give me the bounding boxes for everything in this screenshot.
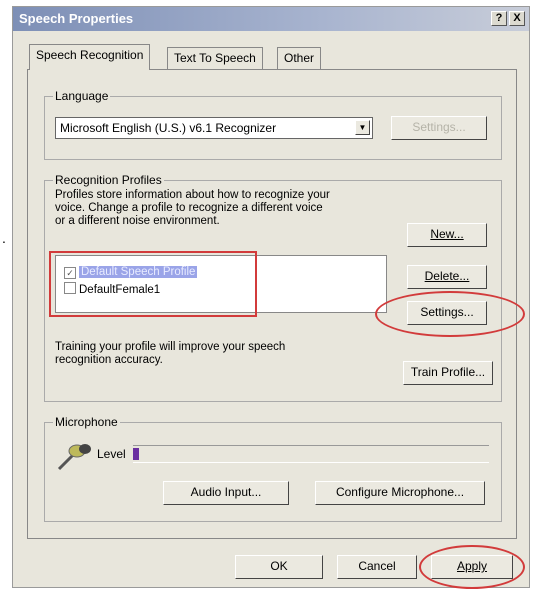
speech-properties-window: Speech Properties ? X Speech Recognition… [12,6,530,589]
annotation-highlight-box [49,251,257,317]
train-profile-label: Train Profile... [410,365,486,379]
tab-label: Other [284,51,315,65]
training-line: recognition accuracy. [55,354,163,366]
train-profile-button[interactable]: Train Profile... [403,361,493,385]
profiles-description-line: or a different noise environment. [55,215,220,227]
close-button[interactable]: X [509,11,525,26]
training-line: Training your profile will improve your … [55,341,286,353]
microphone-icon [55,441,95,476]
tab-label: Text To Speech [174,51,256,65]
profiles-description: Profiles store information about how to … [55,189,330,228]
delete-profile-button[interactable]: Delete... [407,265,487,289]
language-select[interactable]: Microsoft English (U.S.) v6.1 Recognizer… [55,117,373,139]
level-label: Level [97,447,126,461]
microphone-group-label: Microphone [53,415,120,429]
microphone-group: Microphone Level Audio Input... Configur… [44,415,502,522]
tab-text-to-speech[interactable]: Text To Speech [167,47,263,69]
profiles-description-line: voice. Change a profile to recognize a d… [55,202,323,214]
chevron-down-icon[interactable]: ▼ [355,120,370,135]
recognition-profiles-group: Recognition Profiles Profiles store info… [44,173,525,402]
language-settings-button[interactable]: Settings... [391,116,487,140]
level-meter-fill [133,448,139,460]
tab-label: Speech Recognition [36,48,144,62]
language-group-label: Language [53,89,111,103]
tab-other[interactable]: Other [277,47,322,69]
ok-button[interactable]: OK [235,555,323,579]
annotation-ellipse-apply [419,545,525,589]
margin-dot: . [2,230,6,246]
new-profile-label: New... [430,227,464,241]
annotation-ellipse-settings [375,291,525,337]
configure-microphone-button[interactable]: Configure Microphone... [315,481,485,505]
level-meter [133,445,489,463]
delete-profile-label: Delete... [424,269,470,283]
language-group: Language Microsoft English (U.S.) v6.1 R… [44,89,502,160]
audio-input-button[interactable]: Audio Input... [163,481,289,505]
profiles-group-label: Recognition Profiles [53,173,164,187]
new-profile-button[interactable]: New... [407,223,487,247]
cancel-button[interactable]: Cancel [337,555,417,579]
window-title: Speech Properties [19,11,134,26]
training-description: Training your profile will improve your … [55,341,285,367]
speech-recognition-panel: Language Microsoft English (U.S.) v6.1 R… [27,69,525,539]
help-button[interactable]: ? [491,11,507,26]
language-select-value: Microsoft English (U.S.) v6.1 Recognizer [60,121,277,135]
tab-speech-recognition[interactable]: Speech Recognition [29,44,151,70]
profiles-description-line: Profiles store information about how to … [55,189,330,201]
title-bar[interactable]: Speech Properties ? X [13,7,529,31]
